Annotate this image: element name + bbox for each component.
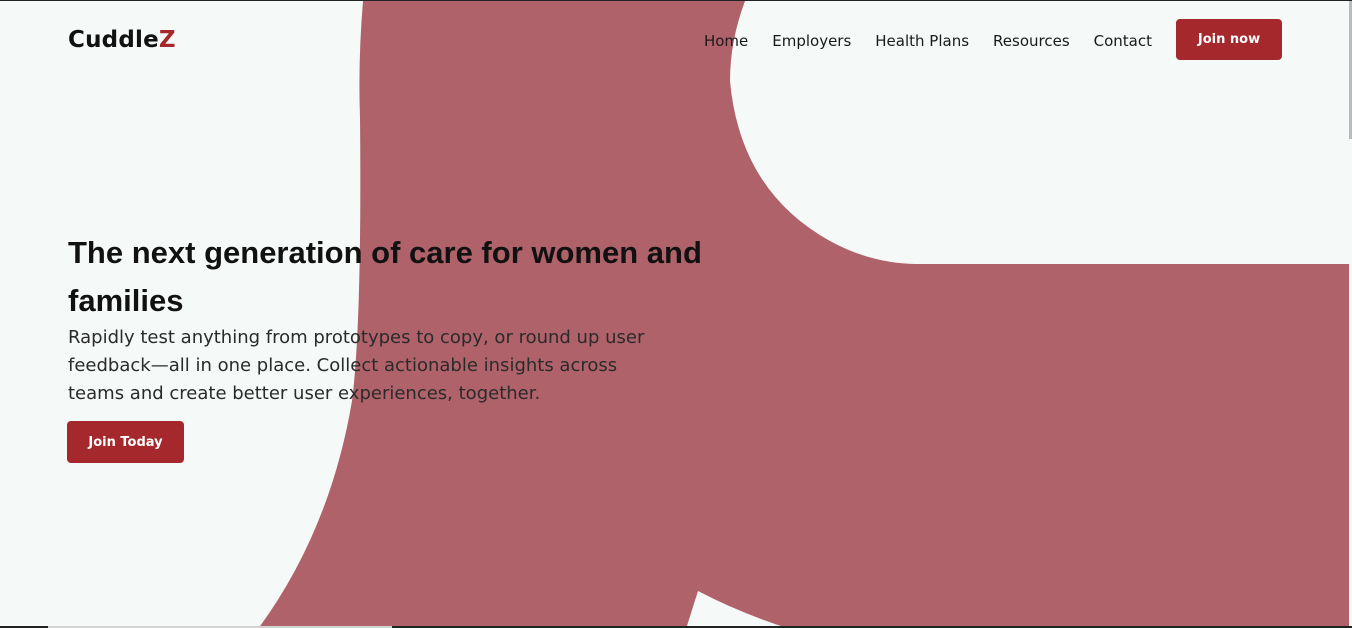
nav-link-resources[interactable]: Resources: [993, 31, 1070, 51]
nav-link-health-plans[interactable]: Health Plans: [875, 31, 969, 51]
hero-title: The next generation of care for women an…: [68, 235, 702, 318]
landing-page: CuddleZ Home Employers Health Plans Reso…: [0, 0, 1352, 628]
brand-logo[interactable]: CuddleZ: [68, 27, 176, 53]
logo-text: Cuddle: [68, 27, 159, 53]
join-now-button[interactable]: Join now: [1176, 19, 1282, 60]
logo-accent-letter: Z: [158, 27, 176, 53]
main-navigation: Home Employers Health Plans Resources Co…: [704, 31, 1152, 51]
hero-subtitle: Rapidly test anything from prototypes to…: [68, 327, 645, 404]
join-today-button[interactable]: Join Today: [67, 421, 184, 463]
nav-link-employers[interactable]: Employers: [772, 31, 851, 51]
nav-link-home[interactable]: Home: [704, 31, 748, 51]
nav-link-contact[interactable]: Contact: [1094, 31, 1152, 51]
